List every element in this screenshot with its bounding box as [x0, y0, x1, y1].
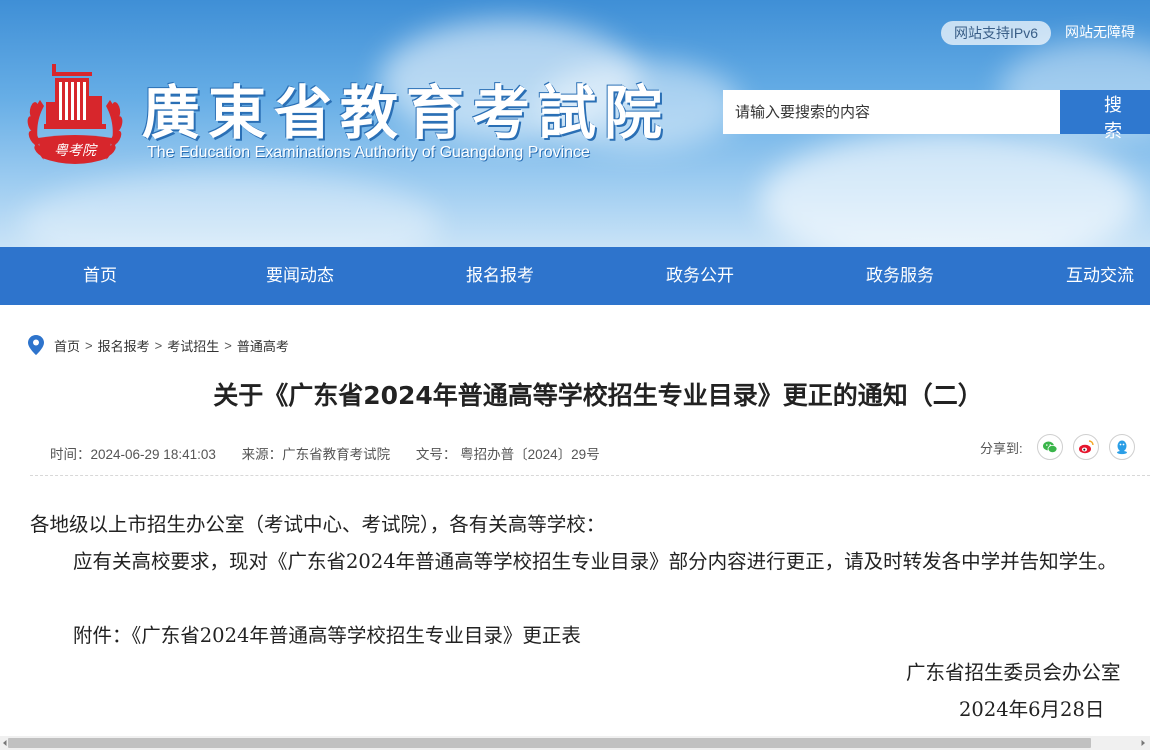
weibo-icon[interactable]	[1072, 434, 1099, 460]
nav-item-government-services[interactable]: 政务服务	[800, 247, 1000, 305]
nav-item-government-affairs[interactable]: 政务公开	[600, 247, 800, 305]
header-banner: 粤考院 廣東省教育考試院 The Education Examinations …	[0, 0, 1150, 247]
main-nav: 首页 要闻动态 报名报考 政务公开 政务服务 互动交流	[0, 247, 1150, 305]
breadcrumb: 首页 > 报名报考 > 考试招生 > 普通高考	[28, 334, 289, 356]
document-number: 文号： 粤招办普〔2024〕29号	[415, 447, 600, 462]
signature-date: 2024年6月28日	[959, 698, 1105, 721]
article-paragraph: 应有关高校要求，现对《广东省2024年普通高等学校招生专业目录》部分内容进行更正…	[73, 550, 1118, 573]
breadcrumb-registration[interactable]: 报名报考	[98, 336, 150, 355]
article-source: 来源：广东省教育考试院	[241, 447, 391, 462]
cloud-decoration	[760, 130, 1140, 247]
horizontal-scrollbar[interactable]	[0, 736, 1150, 750]
salutation: 各地级以上市招生办公室（考试中心、考试院），各有关高等学校：	[30, 513, 606, 536]
scroll-right-arrow-icon[interactable]	[1138, 738, 1148, 748]
breadcrumb-exam-admission[interactable]: 考试招生	[167, 336, 219, 355]
breadcrumb-separator: >	[224, 337, 232, 353]
nav-item-news[interactable]: 要闻动态	[200, 247, 400, 305]
signature: 广东省招生委员会办公室	[906, 661, 1121, 684]
publish-time: 时间：2024-06-29 18:41:03	[50, 447, 216, 462]
emblem-text: 粤考院	[54, 143, 98, 159]
nav-item-home[interactable]: 首页	[0, 247, 200, 305]
breadcrumb-separator: >	[85, 337, 93, 353]
breadcrumb-home[interactable]: 首页	[54, 336, 80, 355]
ipv6-badge: 网站支持IPv6	[941, 21, 1051, 45]
search-input[interactable]	[723, 90, 1060, 134]
breadcrumb-gaokao[interactable]: 普通高考	[237, 336, 289, 355]
accessibility-link[interactable]: 网站无障碍	[1065, 22, 1135, 42]
qq-icon[interactable]	[1108, 434, 1135, 460]
search-button[interactable]: 搜 索	[1060, 90, 1150, 141]
article-title: 关于《广东省2024年普通高等学校招生专业目录》更正的通知（二）	[213, 381, 983, 410]
emblem-logo[interactable]: 粤考院	[22, 62, 128, 174]
nav-item-interaction[interactable]: 互动交流	[1000, 247, 1150, 305]
attachment-link[interactable]: 附件：《广东省2024年普通高等学校招生专业目录》更正表	[30, 617, 1150, 654]
nav-item-registration[interactable]: 报名报考	[400, 247, 600, 305]
cloud-decoration	[20, 170, 440, 247]
meta-divider	[30, 475, 1150, 476]
article-meta: 时间：2024-06-29 18:41:03 来源：广东省教育考试院 文号： 粤…	[50, 443, 622, 463]
share-bar: 分享到:	[980, 433, 1135, 461]
scrollbar-thumb[interactable]	[8, 738, 1091, 748]
share-label: 分享到:	[980, 440, 1023, 456]
breadcrumb-separator: >	[154, 337, 163, 353]
location-pin-icon	[28, 335, 44, 355]
site-name-english: The Education Examinations Authority of …	[147, 144, 590, 161]
site-name-chinese[interactable]: 廣東省教育考試院	[142, 66, 670, 150]
wechat-icon[interactable]	[1036, 434, 1063, 460]
